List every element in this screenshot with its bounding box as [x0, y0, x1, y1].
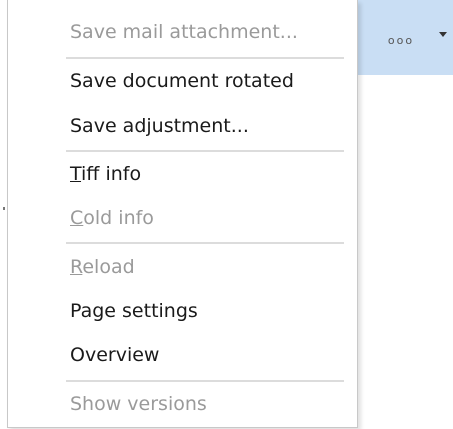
window-edge-mark — [3, 207, 5, 210]
menu-item-save-mail-attachment[interactable]: Save mail attachment... — [70, 17, 298, 47]
menu-item-label: Show versions — [70, 393, 207, 415]
menu-separator — [66, 380, 344, 382]
menu-item-cold-info[interactable]: Cold info — [70, 203, 154, 233]
menu-separator — [66, 242, 344, 244]
menu-item-page-settings[interactable]: Page settings — [70, 296, 198, 326]
menu-item-save-document-rotated[interactable]: Save document rotated — [70, 66, 294, 96]
menu-item-mnemonic: R — [70, 256, 83, 278]
menu-item-overview[interactable]: Overview — [70, 340, 159, 370]
menu-item-label: iff info — [81, 163, 142, 185]
more-options-icon: ooo — [387, 33, 415, 47]
menu-item-tiff-info[interactable]: Tiff info — [70, 159, 141, 189]
menu-item-label: Save mail attachment... — [70, 21, 298, 43]
menu-item-label: eload — [82, 256, 135, 278]
menu-item-save-adjustment[interactable]: Save adjustment... — [70, 111, 249, 141]
menu-item-show-versions[interactable]: Show versions — [70, 389, 207, 419]
menu-item-reload[interactable]: Reload — [70, 252, 135, 282]
more-options-button[interactable]: ooo — [370, 28, 432, 52]
menu-item-label: Overview — [70, 344, 160, 366]
menu-item-mnemonic: T — [70, 163, 82, 185]
menu-item-label: Save document rotated — [70, 70, 294, 92]
menu-separator — [66, 57, 344, 59]
menu-separator — [66, 150, 344, 152]
context-menu: Save mail attachment... Save document ro… — [7, 0, 358, 428]
app-window: ooo Save mail attachment... Save documen… — [0, 0, 453, 429]
menu-item-label: old info — [83, 207, 154, 229]
menu-item-mnemonic: C — [70, 207, 84, 229]
menu-item-label: Page settings — [70, 300, 198, 322]
menu-item-label: Save adjustment... — [70, 115, 249, 137]
chevron-down-icon[interactable] — [439, 32, 447, 37]
